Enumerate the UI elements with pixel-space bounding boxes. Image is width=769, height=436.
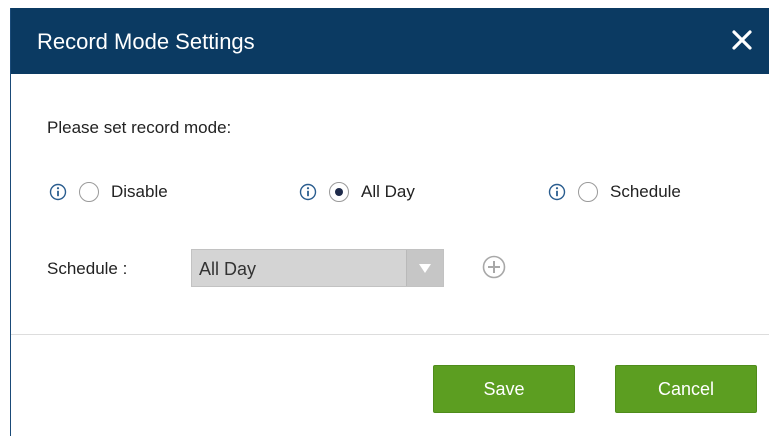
triangle-down-icon — [419, 264, 431, 273]
info-icon[interactable] — [49, 183, 67, 201]
add-schedule-button[interactable] — [482, 255, 506, 279]
plus-circle-icon — [482, 255, 506, 279]
schedule-select[interactable]: All Day — [191, 249, 444, 287]
radio-label-disable[interactable]: Disable — [111, 182, 168, 202]
dialog-header: Record Mode Settings — [11, 8, 769, 74]
record-mode-option-all-day: All Day — [299, 178, 415, 206]
radio-all-day[interactable] — [329, 182, 349, 202]
record-mode-prompt: Please set record mode: — [47, 118, 232, 137]
radio-label-all-day[interactable]: All Day — [361, 182, 415, 202]
info-icon[interactable] — [548, 183, 566, 201]
schedule-label: Schedule : — [47, 259, 128, 278]
close-button[interactable] — [730, 28, 754, 52]
save-button[interactable]: Save — [433, 365, 575, 413]
dialog-title: Record Mode Settings — [37, 29, 255, 54]
radio-label-schedule[interactable]: Schedule — [610, 182, 681, 202]
schedule-select-value: All Day — [199, 259, 257, 279]
cancel-button[interactable]: Cancel — [615, 365, 757, 413]
record-mode-option-schedule: Schedule — [548, 178, 681, 206]
footer-divider — [11, 334, 769, 335]
record-mode-dialog: Record Mode Settings Please set record m… — [10, 8, 769, 436]
select-arrow-button[interactable] — [406, 250, 443, 286]
info-icon[interactable] — [299, 183, 317, 201]
radio-schedule[interactable] — [578, 182, 598, 202]
record-mode-option-disable: Disable — [49, 178, 168, 206]
close-icon — [732, 30, 752, 50]
radio-disable[interactable] — [79, 182, 99, 202]
